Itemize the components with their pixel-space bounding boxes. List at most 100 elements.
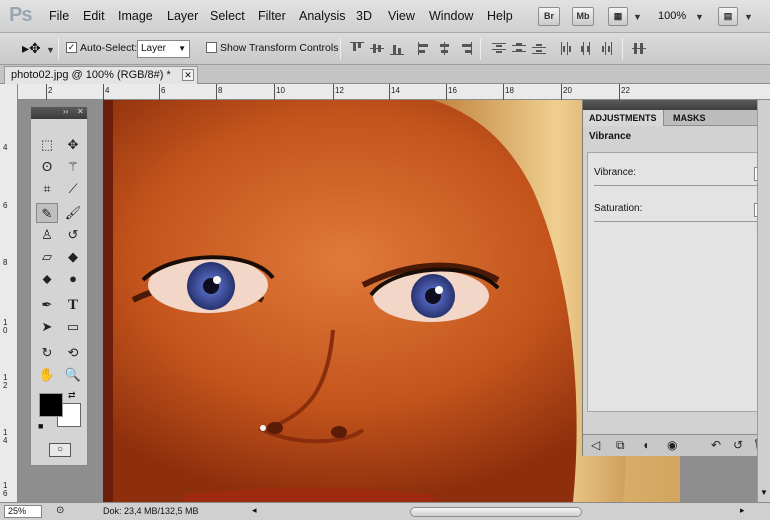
eraser-tool-icon[interactable]: ▱ bbox=[36, 247, 58, 267]
menu-bar: Ps File Edit Image Layer Select Filter A… bbox=[0, 0, 770, 33]
history-brush-tool-icon[interactable]: ↺ bbox=[62, 225, 84, 245]
ruler-tick bbox=[46, 84, 47, 100]
align-right-icon[interactable] bbox=[458, 42, 472, 55]
marquee-tool-icon[interactable]: ⬚ bbox=[36, 135, 58, 155]
tab-masks[interactable]: MASKS bbox=[667, 110, 712, 126]
tools-panel-header[interactable]: ›› ✕ bbox=[31, 107, 87, 119]
vibrance-slider[interactable] bbox=[594, 185, 768, 186]
ruler-label: 6 bbox=[3, 201, 8, 210]
dodge-tool-icon[interactable]: ● bbox=[62, 269, 84, 289]
distribute-bottom-icon[interactable] bbox=[532, 42, 546, 55]
close-icon[interactable]: ✕ bbox=[182, 69, 194, 81]
document-tab[interactable]: photo02.jpg @ 100% (RGB/8#) * ✕ bbox=[4, 66, 198, 84]
shape-tool-icon[interactable]: ▭ bbox=[62, 317, 84, 337]
move-tool-icon[interactable]: ✥ bbox=[62, 135, 84, 155]
healing-brush-tool-icon[interactable]: ✎ bbox=[36, 203, 58, 223]
zoom-level[interactable]: 100% bbox=[658, 10, 686, 22]
expand-view-icon[interactable]: ⧉ bbox=[616, 438, 625, 453]
align-bottom-icon[interactable] bbox=[390, 42, 404, 55]
menu-3d[interactable]: 3D bbox=[356, 9, 372, 23]
menu-edit[interactable]: Edit bbox=[83, 9, 105, 23]
show-transform-checkbox[interactable] bbox=[206, 42, 217, 53]
ruler-label: 1 4 bbox=[3, 428, 8, 445]
paint-bucket-tool-icon[interactable]: ◆ bbox=[62, 247, 84, 267]
scroll-right-icon[interactable]: ▸ bbox=[740, 505, 745, 516]
blur-tool-icon[interactable]: ⬥ bbox=[36, 269, 58, 289]
previous-state-icon[interactable]: ↶ bbox=[711, 438, 721, 452]
zoom-tool-icon[interactable]: 🔍 bbox=[62, 365, 84, 385]
3d-orbit-tool-icon[interactable]: ⟲ bbox=[62, 343, 84, 363]
reset-icon[interactable]: ↺ bbox=[733, 438, 743, 452]
swap-colors-icon[interactable]: ⇄ bbox=[68, 390, 76, 401]
distribute-right-icon[interactable] bbox=[600, 42, 614, 55]
autoselect-checkbox[interactable]: ✓ bbox=[66, 42, 77, 53]
collapse-icon[interactable]: ›› bbox=[63, 107, 68, 116]
chevron-down-icon[interactable]: ▼ bbox=[744, 12, 753, 22]
hand-tool-icon[interactable]: ✋ bbox=[36, 365, 58, 385]
scroll-left-icon[interactable]: ◂ bbox=[252, 505, 257, 516]
menu-file[interactable]: File bbox=[49, 9, 69, 23]
pen-tool-icon[interactable]: ✒ bbox=[36, 295, 58, 315]
menu-filter[interactable]: Filter bbox=[258, 9, 286, 23]
horizontal-scrollbar-thumb[interactable] bbox=[410, 507, 582, 517]
auto-align-icon[interactable] bbox=[632, 42, 646, 55]
default-colors-icon[interactable]: ■ bbox=[38, 421, 43, 431]
align-vcenter-icon[interactable] bbox=[370, 42, 384, 55]
arrange-documents-icon[interactable]: ▤ bbox=[718, 7, 738, 26]
menu-window[interactable]: Window bbox=[429, 9, 473, 23]
ruler-label: 18 bbox=[505, 86, 514, 95]
chevron-down-icon[interactable]: ▼ bbox=[633, 12, 642, 22]
clone-stamp-tool-icon[interactable]: ♙ bbox=[36, 225, 58, 245]
menu-image[interactable]: Image bbox=[118, 9, 153, 23]
minibridge-button[interactable]: Mb bbox=[572, 7, 594, 26]
scroll-down-icon[interactable]: ▼ bbox=[760, 488, 768, 497]
ruler-label: 6 bbox=[161, 86, 166, 95]
distribute-vcenter-icon[interactable] bbox=[512, 42, 526, 55]
vertical-scrollbar[interactable]: ▼ bbox=[757, 100, 770, 502]
menu-select[interactable]: Select bbox=[210, 9, 245, 23]
eyedropper-tool-icon[interactable]: ⟋ bbox=[62, 179, 84, 199]
move-tool-icon[interactable]: ▸✥ bbox=[22, 40, 41, 57]
vertical-ruler[interactable]: 4 6 8 1 0 1 2 1 4 1 6 bbox=[0, 84, 18, 502]
saturation-slider[interactable] bbox=[594, 221, 768, 222]
chevron-down-icon[interactable]: ▼ bbox=[46, 45, 55, 55]
path-select-tool-icon[interactable]: ➤ bbox=[36, 317, 58, 337]
ruler-tick bbox=[619, 84, 620, 100]
crop-tool-icon[interactable]: ⌗ bbox=[36, 179, 58, 199]
bridge-button[interactable]: Br bbox=[538, 7, 560, 26]
brush-tool-icon[interactable]: 🖌 bbox=[62, 203, 84, 223]
distribute-top-icon[interactable] bbox=[492, 42, 506, 55]
show-transform-label: Show Transform Controls bbox=[220, 42, 339, 54]
zoom-field[interactable]: 25% bbox=[4, 505, 42, 518]
tab-adjustments[interactable]: ADJUSTMENTS bbox=[583, 110, 664, 126]
visibility-eye-icon[interactable]: ◉ bbox=[667, 438, 677, 452]
chevron-down-icon[interactable]: ▼ bbox=[695, 12, 704, 22]
menu-view[interactable]: View bbox=[388, 9, 415, 23]
menu-layer[interactable]: Layer bbox=[167, 9, 198, 23]
lasso-tool-icon[interactable]: ʘ bbox=[36, 157, 58, 177]
foreground-color-swatch[interactable] bbox=[39, 393, 63, 417]
align-hcenter-icon[interactable] bbox=[438, 42, 452, 55]
type-tool-icon[interactable]: T bbox=[62, 295, 84, 315]
menu-analysis[interactable]: Analysis bbox=[299, 9, 346, 23]
ruler-tick bbox=[103, 84, 104, 100]
frame-icon[interactable]: ▦ bbox=[608, 7, 628, 26]
quick-select-tool-icon[interactable]: ⚚ bbox=[62, 157, 84, 177]
menu-help[interactable]: Help bbox=[487, 9, 513, 23]
horizontal-ruler[interactable]: 2 4 6 8 10 12 14 16 18 20 22 bbox=[18, 84, 770, 100]
align-left-icon[interactable] bbox=[418, 42, 432, 55]
status-menu-icon[interactable]: ⊙ bbox=[56, 505, 64, 516]
panel-grip[interactable] bbox=[583, 100, 770, 110]
clip-layer-icon[interactable]: ◖ bbox=[642, 438, 649, 452]
ruler-label: 1 2 bbox=[3, 373, 8, 390]
quick-mask-icon[interactable]: ○ bbox=[49, 443, 71, 457]
back-arrow-icon[interactable]: ◁ bbox=[591, 438, 600, 452]
ruler-label: 20 bbox=[563, 86, 572, 95]
distribute-left-icon[interactable] bbox=[560, 42, 574, 55]
3d-rotate-tool-icon[interactable]: ↻ bbox=[36, 343, 58, 363]
layer-select[interactable]: Layer ▼ bbox=[137, 40, 190, 58]
distribute-hcenter-icon[interactable] bbox=[580, 42, 594, 55]
align-top-icon[interactable] bbox=[350, 42, 364, 55]
close-icon[interactable]: ✕ bbox=[77, 107, 84, 116]
vibrance-label: Vibrance: bbox=[594, 167, 637, 178]
